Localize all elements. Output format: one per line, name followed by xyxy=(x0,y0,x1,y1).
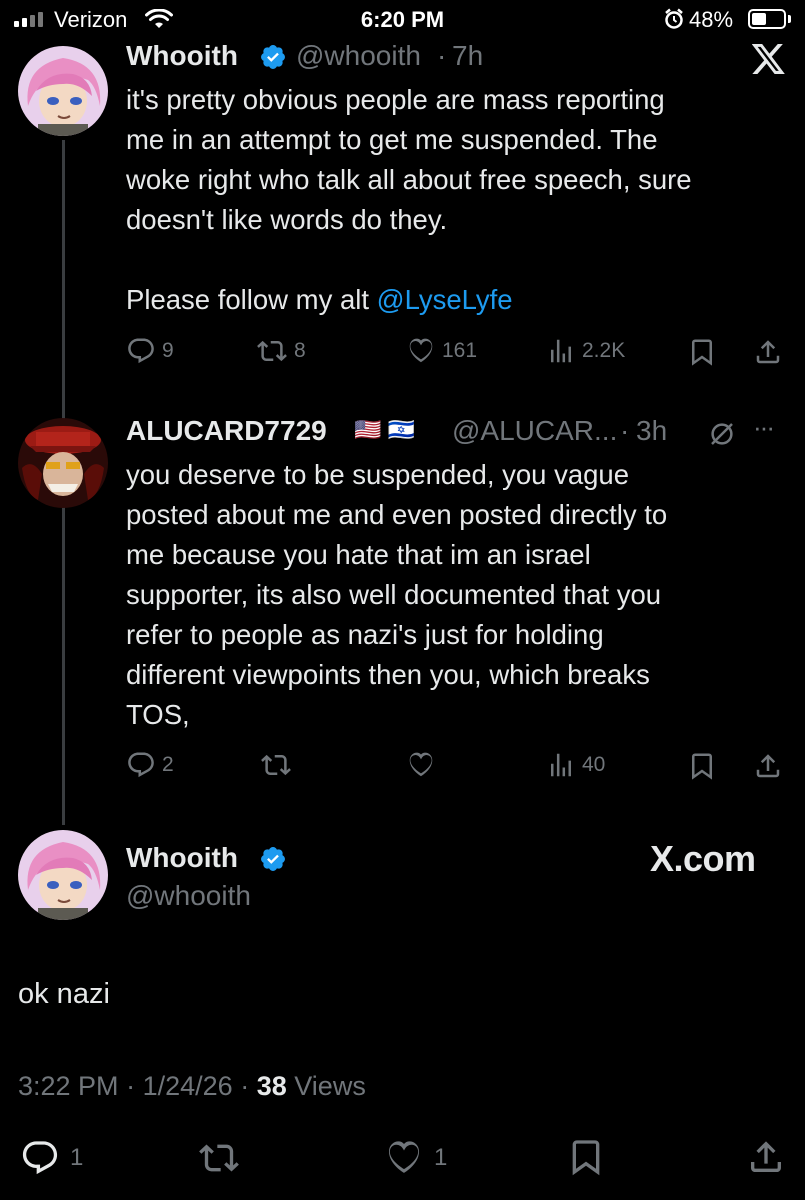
like-button[interactable]: 161 xyxy=(406,336,477,366)
reply-icon xyxy=(128,338,154,364)
post-text-line: TOS, xyxy=(126,699,190,730)
post-text-line: posted about me and even posted directly… xyxy=(126,499,668,530)
bookmark-icon[interactable] xyxy=(566,1136,606,1178)
views-button[interactable]: 40 xyxy=(546,750,605,780)
post-text-line: refer to people as nazi's just for holdi… xyxy=(126,619,604,650)
x-logo-icon xyxy=(752,44,785,74)
status-bar: Verizon 6:20 PM 48% xyxy=(0,0,805,40)
avatar[interactable] xyxy=(18,830,108,920)
like-icon xyxy=(389,1141,419,1173)
post-text-line: woke right who talk all about free speec… xyxy=(126,164,692,195)
reply-count: 9 xyxy=(162,339,174,362)
post-text: it's pretty obvious people are mass repo… xyxy=(126,80,776,320)
verified-icon xyxy=(261,45,285,69)
reply-icon xyxy=(22,1141,58,1175)
post-text-line: me in an attempt to get me suspended. Th… xyxy=(126,124,658,155)
battery-nub xyxy=(788,15,791,23)
author-name[interactable]: ALUCARD7729 xyxy=(126,415,327,447)
post-text-line: me because you hate that im an israel xyxy=(126,539,591,570)
separator-dot: · xyxy=(126,1071,136,1101)
share-icon[interactable] xyxy=(753,336,783,368)
more-icon[interactable]: ··· xyxy=(753,412,775,443)
repost-icon xyxy=(261,754,291,776)
repost-icon xyxy=(199,1144,239,1172)
author-flags: 🇺🇸 🇮🇱 xyxy=(354,417,415,442)
mention-link[interactable]: @LyseLyfe xyxy=(377,284,513,315)
reply-button[interactable]: 2 xyxy=(126,750,174,780)
author-handle[interactable]: @whooith xyxy=(296,40,421,72)
like-icon xyxy=(409,338,433,363)
battery-percent: 48% xyxy=(689,7,734,32)
post-text-line: supporter, its also well documented that… xyxy=(126,579,662,610)
author-handle[interactable]: @ALUCAR... xyxy=(452,415,617,447)
clock: 6:20 PM xyxy=(360,7,445,32)
views-label: Views xyxy=(294,1071,366,1101)
post-age: 7h xyxy=(452,40,484,71)
hide-icon[interactable] xyxy=(707,419,737,449)
reply-count: 2 xyxy=(162,753,174,776)
like-count: 1 xyxy=(434,1144,448,1171)
views-count: 2.2K xyxy=(582,339,626,362)
post-text-line: different viewpoints then you, which bre… xyxy=(126,659,650,690)
reply-button[interactable]: 9 xyxy=(126,336,174,366)
like-button[interactable]: 1 xyxy=(384,1138,447,1178)
post-text-line: doesn't like words do they. xyxy=(126,204,448,235)
author-handle[interactable]: @whooith xyxy=(126,880,251,912)
separator-dot: · xyxy=(437,40,447,71)
avatar-image xyxy=(18,46,108,136)
repost-count: 8 xyxy=(294,339,306,362)
post-text: ok nazi xyxy=(18,978,110,1010)
post-age: 3h xyxy=(636,415,668,446)
post-text-line: it's pretty obvious people are mass repo… xyxy=(126,84,665,115)
reply-button[interactable]: 1 xyxy=(20,1138,83,1178)
separator-dot: · xyxy=(240,1071,250,1101)
post-date: 1/24/26 xyxy=(142,1071,233,1101)
share-icon[interactable] xyxy=(753,750,783,782)
verified-icon xyxy=(261,847,285,871)
repost-icon xyxy=(257,340,287,362)
views-count: 40 xyxy=(582,753,606,776)
repost-button[interactable] xyxy=(260,750,298,780)
like-count: 161 xyxy=(442,339,478,362)
alarm-icon xyxy=(665,8,683,29)
like-icon xyxy=(409,752,433,777)
battery-icon xyxy=(748,9,786,29)
author-name[interactable]: Whooith xyxy=(126,40,238,72)
avatar[interactable] xyxy=(18,46,108,136)
brand-label: X.com xyxy=(650,838,756,879)
bookmark-icon[interactable] xyxy=(687,750,717,782)
views-button[interactable]: 2.2K xyxy=(546,336,625,366)
avatar-image xyxy=(18,830,108,920)
views-icon xyxy=(551,753,571,777)
avatar[interactable] xyxy=(18,418,108,508)
reply-count: 1 xyxy=(70,1144,84,1171)
post-text-line: Please follow my alt @LyseLyfe xyxy=(126,280,776,320)
post-meta: 3:22 PM · 1/24/26 · 38 Views xyxy=(18,1071,366,1102)
post-text: you deserve to be suspended, you vague p… xyxy=(126,455,776,735)
author-name[interactable]: Whooith xyxy=(126,842,238,874)
post-text-line: you deserve to be suspended, you vague xyxy=(126,459,630,490)
repost-button[interactable]: 8 xyxy=(256,336,306,366)
share-icon[interactable] xyxy=(746,1136,786,1178)
post-time: 3:22 PM xyxy=(18,1071,119,1101)
follow-text: Please follow my alt xyxy=(126,284,377,315)
repost-button[interactable] xyxy=(198,1138,240,1178)
views-count: 38 xyxy=(256,1071,287,1101)
views-icon xyxy=(551,339,571,363)
separator-dot: · xyxy=(620,415,630,446)
bookmark-icon[interactable] xyxy=(687,336,717,368)
avatar-image xyxy=(18,418,108,508)
reply-icon xyxy=(128,752,154,778)
like-button[interactable] xyxy=(406,750,442,780)
